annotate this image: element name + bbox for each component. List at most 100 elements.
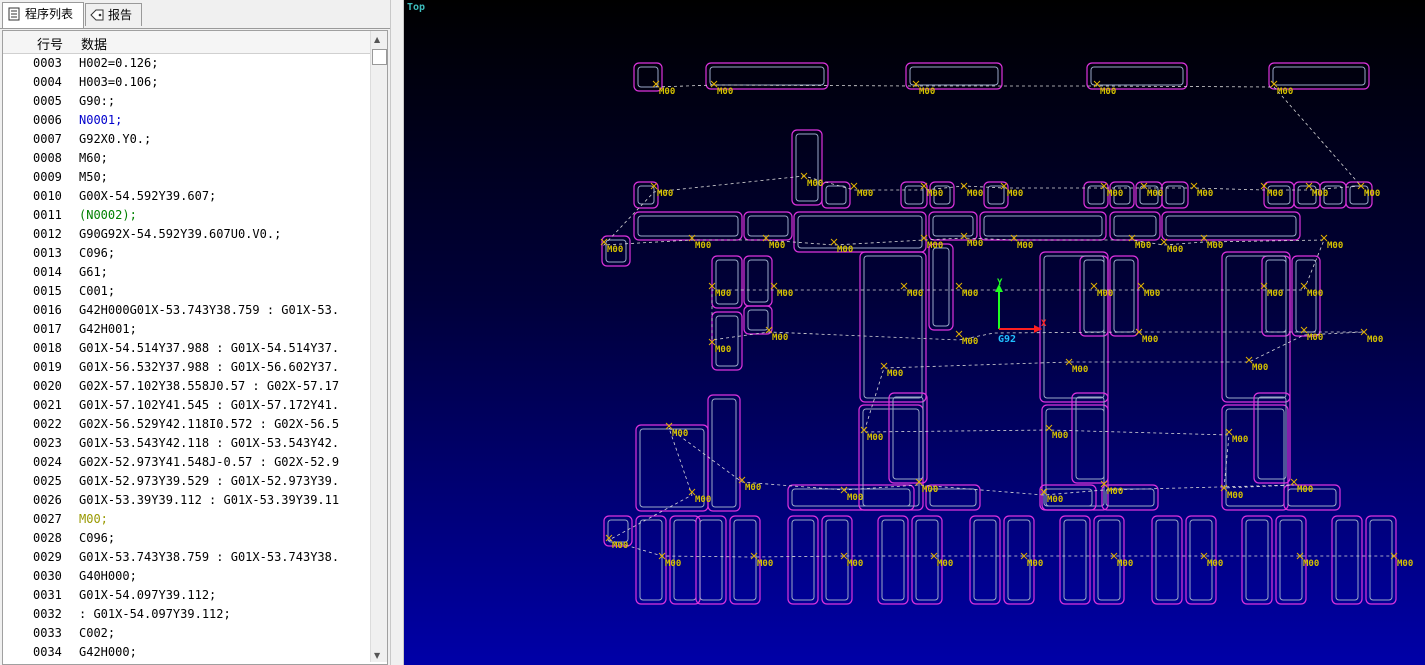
- tab-report[interactable]: 报告: [85, 3, 142, 26]
- table-row[interactable]: 0034 G42H000;: [3, 643, 371, 662]
- table-row[interactable]: 0027 M00;: [3, 510, 371, 529]
- table-row[interactable]: 0015 C001;: [3, 282, 371, 301]
- scroll-up-arrow-icon[interactable]: ▲: [374, 35, 380, 44]
- table-row[interactable]: 0008 M60;: [3, 149, 371, 168]
- table-row[interactable]: 0010 G00X-54.592Y39.607;: [3, 187, 371, 206]
- table-row[interactable]: 0004 H003=0.106;: [3, 73, 371, 92]
- nc-code: G01X-54.514Y37.988 : G01X-54.514Y37.: [79, 341, 340, 355]
- table-row[interactable]: 0018 G01X-54.514Y37.988 : G01X-54.514Y37.: [3, 339, 371, 358]
- nc-code: G01X-53.543Y42.118 : G01X-53.543Y42.: [79, 436, 340, 450]
- nc-code: G00X-54.592Y39.607;: [79, 189, 217, 203]
- nc-code: G42H000;: [79, 645, 137, 659]
- vertical-scrollbar[interactable]: ▲ ▼: [370, 31, 387, 662]
- table-row[interactable]: 0012 G90G92X-54.592Y39.607U0.V0.;: [3, 225, 371, 244]
- table-row[interactable]: 0009 M50;: [3, 168, 371, 187]
- nc-code: G02X-52.973Y41.548J-0.57 : G02X-52.9: [79, 455, 340, 469]
- document-icon: [8, 7, 20, 21]
- table-row[interactable]: 0006 N0001;: [3, 111, 371, 130]
- scroll-thumb[interactable]: [372, 49, 387, 65]
- line-number: 0018: [33, 341, 62, 355]
- m00-label: M00: [1297, 485, 1313, 495]
- m00-label: M00: [927, 241, 943, 251]
- m00-label: M00: [672, 429, 688, 439]
- nc-code: G92X0.Y0.;: [79, 132, 152, 146]
- table-row[interactable]: 0030 G40H000;: [3, 567, 371, 586]
- m00-label: M00: [1017, 241, 1033, 251]
- m00-label: M00: [1100, 87, 1116, 97]
- m00-label: M00: [1197, 189, 1213, 199]
- x-axis-label: X: [1041, 319, 1047, 329]
- table-row[interactable]: 0032 : G01X-54.097Y39.112;: [3, 605, 371, 624]
- line-number: 0027: [33, 512, 62, 526]
- m00-label: M00: [1312, 189, 1328, 199]
- m00-label: M00: [1027, 559, 1043, 569]
- m00-label: M00: [1107, 487, 1123, 497]
- table-row[interactable]: 0022 G02X-56.529Y42.118I0.572 : G02X-56.5: [3, 415, 371, 434]
- m00-label: M00: [612, 541, 628, 551]
- table-row[interactable]: 0024 G02X-52.973Y41.548J-0.57 : G02X-52.9: [3, 453, 371, 472]
- m00-label: M00: [967, 189, 983, 199]
- nc-code: C096;: [79, 246, 116, 260]
- nc-code: C096;: [79, 531, 116, 545]
- m00-label: M00: [1307, 289, 1323, 299]
- table-row[interactable]: 0020 G02X-57.102Y38.558J0.57 : G02X-57.17: [3, 377, 371, 396]
- m00-label: M00: [715, 289, 731, 299]
- line-number: 0013: [33, 246, 62, 260]
- line-number: 0020: [33, 379, 62, 393]
- column-header-data[interactable]: 数据: [81, 34, 107, 53]
- m00-label: M00: [665, 559, 681, 569]
- y-axis-label: Y: [997, 278, 1003, 288]
- nc-code: (N0002);: [79, 208, 137, 222]
- table-header: 行号 数据: [3, 31, 371, 54]
- table-row[interactable]: 0007 G92X0.Y0.;: [3, 130, 371, 149]
- line-number: 0031: [33, 588, 62, 602]
- table-row[interactable]: 0033 C002;: [3, 624, 371, 643]
- table-row[interactable]: 0014 G61;: [3, 263, 371, 282]
- line-number: 0021: [33, 398, 62, 412]
- table-row[interactable]: 0021 G01X-57.102Y41.545 : G01X-57.172Y41.: [3, 396, 371, 415]
- table-row[interactable]: 0011 (N0002);: [3, 206, 371, 225]
- table-row[interactable]: 0023 G01X-53.543Y42.118 : G01X-53.543Y42.: [3, 434, 371, 453]
- column-header-line[interactable]: 行号: [37, 34, 63, 53]
- line-number: 0015: [33, 284, 62, 298]
- m00-label: M00: [772, 333, 788, 343]
- m00-label: M00: [1252, 363, 1268, 373]
- m00-label: M00: [1207, 241, 1223, 251]
- table-row[interactable]: 0031 G01X-54.097Y39.112;: [3, 586, 371, 605]
- line-number: 0024: [33, 455, 62, 469]
- m00-label: M00: [1144, 289, 1160, 299]
- scroll-down-arrow-icon[interactable]: ▼: [374, 651, 380, 660]
- m00-label: M00: [847, 493, 863, 503]
- m00-label: M00: [927, 189, 943, 199]
- table-row[interactable]: 0025 G01X-52.973Y39.529 : G01X-52.973Y39.: [3, 472, 371, 491]
- table-row[interactable]: 0003 H002=0.126;: [3, 54, 371, 73]
- line-number: 0014: [33, 265, 62, 279]
- nc-code: H003=0.106;: [79, 75, 159, 89]
- line-number: 0016: [33, 303, 62, 317]
- m00-label: M00: [695, 495, 711, 505]
- tab-program-list[interactable]: 程序列表: [2, 2, 84, 28]
- m00-label: M00: [1327, 241, 1343, 251]
- m00-label: M00: [807, 179, 823, 189]
- nc-code: G42H000G01X-53.743Y38.759 : G01X-53.: [79, 303, 340, 317]
- origin-label: G92: [998, 334, 1016, 345]
- nc-code: G01X-57.102Y41.545 : G01X-57.172Y41.: [79, 398, 340, 412]
- nc-code: N0001;: [79, 113, 123, 127]
- table-row[interactable]: 0026 G01X-53.39Y39.112 : G01X-53.39Y39.11: [3, 491, 371, 510]
- table-row[interactable]: 0016 G42H000G01X-53.743Y38.759 : G01X-53.: [3, 301, 371, 320]
- nc-code: G01X-52.973Y39.529 : G01X-52.973Y39.: [79, 474, 340, 488]
- m00-label: M00: [777, 289, 793, 299]
- cad-viewport[interactable]: M00 M00 M00 M00 M00 M00 M00 M00 M00 M00 M00 M00 M00 M…: [404, 0, 1425, 665]
- panel-splitter[interactable]: [390, 0, 404, 665]
- nc-code: G90:;: [79, 94, 116, 108]
- nc-code: H002=0.126;: [79, 56, 159, 70]
- nc-code: G01X-53.39Y39.112 : G01X-53.39Y39.11: [79, 493, 340, 507]
- table-row[interactable]: 0017 G42H001;: [3, 320, 371, 339]
- table-row[interactable]: 0019 G01X-56.532Y37.988 : G01X-56.602Y37.: [3, 358, 371, 377]
- table-row[interactable]: 0029 G01X-53.743Y38.759 : G01X-53.743Y38.: [3, 548, 371, 567]
- m00-label: M00: [967, 239, 983, 249]
- table-row[interactable]: 0005 G90:;: [3, 92, 371, 111]
- table-row[interactable]: 0028 C096;: [3, 529, 371, 548]
- toolpath-canvas[interactable]: M00 M00 M00 M00 M00 M00 M00 M00 M00 M00 M00 M00 M00 M…: [404, 0, 1425, 665]
- table-row[interactable]: 0013 C096;: [3, 244, 371, 263]
